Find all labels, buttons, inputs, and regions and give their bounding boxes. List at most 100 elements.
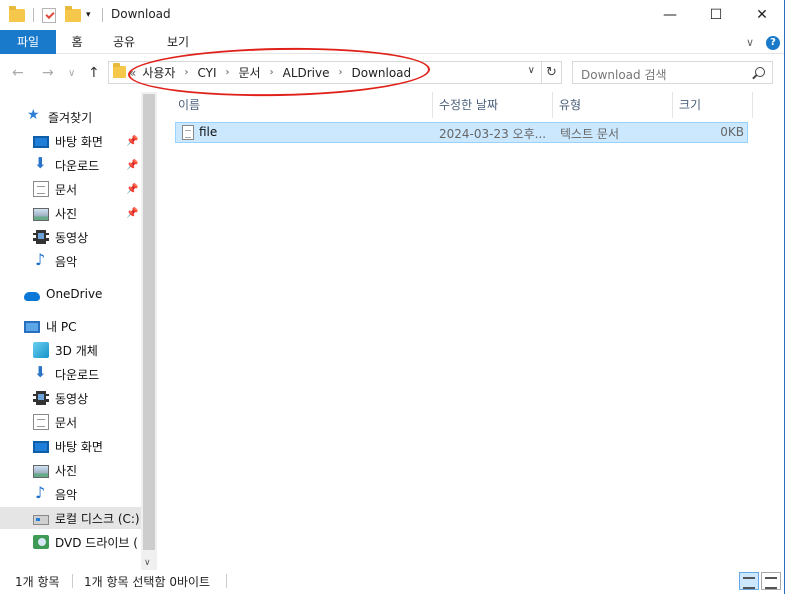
folder-icon [113, 63, 126, 78]
tab-home[interactable]: 홈 [62, 30, 92, 54]
ribbon-tabs: 파일 홈 공유 보기 ∨ ? [0, 30, 785, 54]
close-button[interactable]: ✕ [739, 0, 785, 30]
pin-icon[interactable]: 📌 [126, 208, 138, 219]
sidebar-scrollbar[interactable]: ∨ [141, 92, 157, 570]
sidebar-item-pictures-pc[interactable]: 사진 [33, 459, 77, 481]
sidebar-item-music-pc[interactable]: 음악 [33, 483, 77, 505]
selection-status: 1개 항목 선택함 0바이트 [84, 575, 211, 589]
sidebar-item-music[interactable]: 음악 [33, 250, 77, 272]
window-title: Download [111, 7, 171, 21]
text-file-icon [182, 125, 194, 140]
refresh-button[interactable]: ↻ [542, 61, 562, 84]
title-bar: ▾ Download — ☐ ✕ [0, 0, 785, 30]
breadcrumb-overflow[interactable]: « [129, 66, 136, 80]
pin-icon[interactable]: 📌 [126, 160, 138, 171]
sidebar-item-documents[interactable]: 문서 [33, 178, 77, 200]
sidebar-item-videos[interactable]: 동영상 [33, 226, 88, 248]
sidebar-item-local-disk[interactable]: 로컬 디스크 (C:) [0, 507, 141, 529]
separator [102, 6, 103, 24]
cube-icon [33, 342, 49, 358]
document-icon [33, 181, 49, 197]
tab-view[interactable]: 보기 [158, 30, 198, 54]
column-header-modified[interactable]: 수정한 날짜 [433, 92, 553, 118]
breadcrumb-separator[interactable]: › [270, 67, 274, 78]
sidebar-item-pictures[interactable]: 사진 [33, 202, 77, 224]
desktop-icon [33, 441, 49, 453]
recent-locations-button[interactable]: ∨ [68, 68, 75, 79]
file-type: 텍스트 문서 [560, 127, 620, 141]
navigation-pane: 즐겨찾기 바탕 화면 📌 다운로드 📌 문서 📌 사진 📌 동영상 음악 One… [0, 92, 157, 570]
address-bar[interactable]: « 사용자 › CYI › 문서 › ALDrive › Download ∨ [108, 61, 542, 84]
desktop-icon [33, 136, 49, 148]
sidebar-item-quick-access[interactable]: 즐겨찾기 [26, 106, 92, 128]
drive-icon [33, 515, 49, 525]
large-icons-view-button[interactable] [761, 572, 781, 590]
up-button[interactable]: ↑ [88, 65, 100, 81]
file-name: file [199, 125, 218, 139]
scroll-down-icon[interactable]: ∨ [144, 558, 151, 568]
download-icon [33, 154, 49, 173]
picture-icon [33, 207, 49, 221]
file-row[interactable]: file 2024-03-23 오후... 텍스트 문서 0KB [175, 122, 748, 143]
minimize-button[interactable]: — [647, 0, 693, 30]
sidebar-item-downloads-pc[interactable]: 다운로드 [33, 363, 99, 385]
back-button[interactable]: ← [12, 65, 24, 81]
sidebar-item-3d-objects[interactable]: 3D 개체 [33, 339, 98, 361]
column-header-size[interactable]: 크기 [673, 92, 753, 118]
dvd-drive-icon [33, 535, 49, 549]
forward-button[interactable]: → [42, 65, 54, 81]
picture-icon [33, 464, 49, 478]
cloud-icon [24, 291, 40, 301]
music-icon [33, 250, 49, 269]
separator [72, 574, 73, 588]
tab-share[interactable]: 공유 [104, 30, 144, 54]
sidebar-item-dvd-drive[interactable]: DVD 드라이브 ( [33, 531, 138, 553]
star-icon [26, 107, 42, 125]
column-header-type[interactable]: 유형 [553, 92, 673, 118]
properties-icon[interactable] [42, 6, 56, 24]
breadcrumb-separator[interactable]: › [184, 67, 188, 78]
breadcrumb-item[interactable]: 사용자 [142, 64, 175, 81]
document-icon [33, 414, 49, 430]
breadcrumb-separator[interactable]: › [339, 67, 343, 78]
sidebar-item-desktop-pc[interactable]: 바탕 화면 [33, 435, 103, 457]
collapse-ribbon-icon[interactable]: ∨ [746, 36, 754, 49]
sidebar-item-videos-pc[interactable]: 동영상 [33, 387, 88, 409]
help-icon[interactable]: ? [766, 36, 780, 50]
sidebar-item-downloads[interactable]: 다운로드 [33, 154, 99, 176]
download-icon [33, 363, 49, 382]
separator [33, 6, 34, 24]
sidebar-item-onedrive[interactable]: OneDrive [24, 283, 102, 305]
file-size: 0KB [720, 125, 744, 139]
scrollbar-thumb[interactable] [143, 94, 155, 550]
music-icon [33, 483, 49, 502]
address-dropdown-icon[interactable]: ∨ [528, 65, 535, 76]
breadcrumb-item[interactable]: CYI [197, 66, 216, 80]
separator [226, 574, 227, 588]
folder-icon [9, 5, 25, 24]
column-header-name[interactable]: 이름 [172, 92, 433, 118]
video-icon [33, 230, 49, 244]
breadcrumb-item[interactable]: 문서 [239, 64, 261, 81]
breadcrumb-separator[interactable]: › [226, 67, 230, 78]
tab-file[interactable]: 파일 [0, 30, 56, 54]
pin-icon[interactable]: 📌 [126, 184, 138, 195]
status-bar: 1개 항목 1개 항목 선택함 0바이트 [0, 570, 785, 594]
breadcrumb-item[interactable]: ALDrive [283, 66, 330, 80]
details-view-button[interactable] [739, 572, 759, 590]
customize-quick-access-icon[interactable]: ▾ [86, 6, 91, 24]
sidebar-item-this-pc[interactable]: 내 PC [24, 315, 76, 337]
file-modified: 2024-03-23 오후... [439, 127, 547, 141]
new-folder-icon[interactable] [65, 5, 81, 24]
search-icon [755, 67, 765, 77]
sidebar-item-documents-pc[interactable]: 문서 [33, 411, 77, 433]
maximize-button[interactable]: ☐ [693, 0, 739, 30]
computer-icon [24, 320, 40, 333]
breadcrumb: « 사용자 › CYI › 문서 › ALDrive › Download [129, 62, 411, 83]
pin-icon[interactable]: 📌 [126, 136, 138, 147]
breadcrumb-item[interactable]: Download [352, 66, 412, 80]
sidebar-item-desktop[interactable]: 바탕 화면 [33, 130, 103, 152]
search-input[interactable]: Download 검색 [581, 66, 667, 83]
item-count: 1개 항목 [15, 575, 60, 589]
search-box[interactable]: Download 검색 [572, 61, 773, 84]
